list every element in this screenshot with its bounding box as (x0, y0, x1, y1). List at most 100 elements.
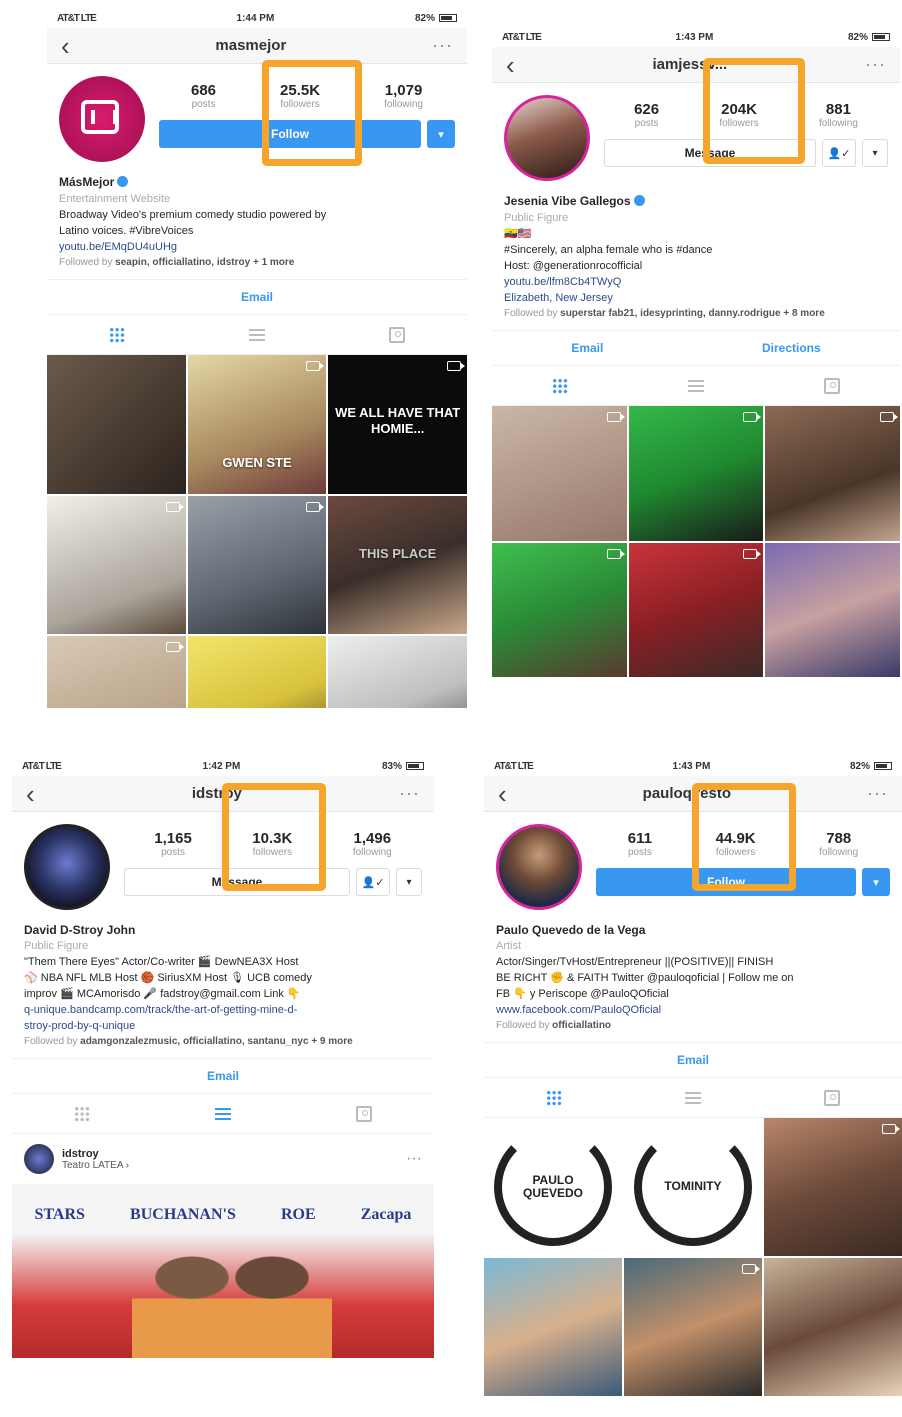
followed-by[interactable]: Followed by officiallatino (496, 1018, 890, 1034)
stat-posts[interactable]: 1,165 posts (154, 830, 192, 858)
more-options-icon[interactable]: ··· (399, 783, 420, 804)
grid-view-icon[interactable] (552, 377, 568, 394)
message-button[interactable]: Message (124, 868, 350, 896)
profile-screen-paulo: AT&T LTE 1:43 PM 82% ‹ pauloqvesto ··· 6… (484, 756, 902, 1417)
avatar[interactable] (24, 824, 110, 910)
email-button[interactable]: Email (241, 290, 273, 304)
list-view-icon[interactable] (214, 1107, 231, 1120)
website-link-continued[interactable]: stroy-prod-by-q-unique (24, 1018, 422, 1034)
back-arrow-icon[interactable]: ‹ (26, 781, 35, 807)
post-thumbnail[interactable] (765, 542, 900, 678)
stat-posts[interactable]: 686 posts (191, 82, 216, 110)
verified-badge-icon (117, 176, 129, 187)
website-link[interactable]: youtu.be/lfm8Cb4TWyQ (504, 274, 888, 290)
followed-by[interactable]: Followed by superstar fab21, idesyprinti… (504, 306, 888, 322)
post-thumbnail[interactable] (764, 1258, 902, 1396)
post-thumbnail[interactable] (47, 355, 186, 494)
back-arrow-icon[interactable]: ‹ (61, 33, 70, 59)
website-link[interactable]: www.facebook.com/PauloQOficial (496, 1002, 890, 1018)
avatar[interactable] (504, 95, 590, 181)
more-options-icon[interactable]: ··· (432, 35, 453, 56)
post-thumbnail[interactable] (484, 1258, 622, 1396)
post-thumbnail[interactable] (624, 1258, 762, 1396)
email-button[interactable]: Email (207, 1069, 239, 1083)
post-location[interactable]: Teatro LATEA › (62, 1160, 129, 1171)
location-link[interactable]: Elizabeth, New Jersey (504, 290, 888, 306)
follow-button[interactable]: Follow (159, 120, 421, 148)
followed-by[interactable]: Followed by adamgonzalezmusic, officiall… (24, 1034, 422, 1050)
avatar[interactable] (496, 824, 582, 910)
back-arrow-icon[interactable]: ‹ (506, 52, 515, 78)
post-thumbnail[interactable]: WE ALL HAVE THAT HOMIE... (328, 355, 467, 494)
website-link[interactable]: youtu.be/EMqDU4uUHg (59, 239, 455, 255)
action-row: Follow ▾ (596, 868, 890, 896)
stat-number: 44.9K (715, 830, 756, 847)
post-thumbnail[interactable]: THIS PLACE (328, 495, 467, 635)
post-thumbnail[interactable] (492, 542, 627, 678)
list-view-icon[interactable] (688, 379, 704, 392)
following-person-icon[interactable]: 👤✓ (822, 139, 856, 167)
profile-header: 686 posts 25.5K followers 1,079 following F… (47, 64, 467, 170)
avatar[interactable] (59, 76, 145, 162)
video-icon (743, 548, 762, 559)
more-options-icon[interactable]: ··· (865, 54, 886, 75)
post-options-icon[interactable]: ··· (406, 1150, 422, 1168)
stat-followers[interactable]: 10.3K followers (252, 830, 292, 858)
post-avatar[interactable] (24, 1144, 54, 1174)
stat-following[interactable]: 881 following (819, 101, 858, 129)
post-thumbnail[interactable] (187, 636, 327, 708)
bio-section: Jesenia Vibe Gallegos Public Figure 🇪🇨🇺🇸… (492, 189, 900, 330)
stat-following[interactable]: 788 following (819, 830, 858, 858)
email-button[interactable]: Email (571, 341, 603, 355)
stat-posts[interactable]: 626 posts (634, 101, 659, 129)
followed-by-more: + 1 more (252, 257, 295, 268)
email-button[interactable]: Email (677, 1053, 709, 1067)
directions-button[interactable]: Directions (762, 341, 821, 355)
list-view-icon[interactable] (249, 328, 265, 341)
post-image[interactable]: STARS BUCHANAN'S ROE Zacapa (12, 1184, 434, 1358)
stat-posts[interactable]: 611 posts (628, 830, 652, 858)
stat-followers[interactable]: 25.5K followers (280, 82, 320, 110)
bio-line: Host: @generationrocofficial (504, 260, 643, 272)
post-thumbnail[interactable]: PAULO QUEVEDO (484, 1118, 622, 1256)
list-view-icon[interactable] (684, 1091, 701, 1104)
suggestions-dropdown-icon[interactable]: ▾ (427, 120, 455, 148)
website-link[interactable]: q-unique.bandcamp.com/track/the-art-of-g… (24, 1002, 422, 1018)
stat-following[interactable]: 1,079 following (384, 82, 423, 110)
grid-view-icon[interactable] (109, 326, 125, 343)
stat-followers[interactable]: 44.9K followers (716, 830, 756, 858)
tagged-photos-icon[interactable] (824, 1089, 841, 1106)
stat-label: posts (627, 847, 652, 858)
post-thumbnail[interactable] (764, 1118, 902, 1256)
grid-view-icon[interactable] (545, 1089, 562, 1106)
post-thumbnail[interactable]: GWEN STE (187, 355, 327, 494)
suggestions-dropdown-icon[interactable]: ▾ (862, 139, 888, 167)
post-thumbnail[interactable] (628, 406, 764, 541)
post-thumbnail[interactable] (328, 636, 467, 708)
stat-following[interactable]: 1,496 following (353, 830, 392, 858)
post-thumbnail[interactable] (492, 406, 627, 541)
post-thumbnail[interactable] (628, 542, 764, 678)
message-button[interactable]: Message (604, 139, 816, 167)
follow-button[interactable]: Follow (596, 868, 856, 896)
suggestions-dropdown-icon[interactable]: ▾ (396, 868, 422, 896)
tagged-photos-icon[interactable] (824, 377, 840, 394)
followed-by[interactable]: Followed by seapin, officiallatino, idst… (59, 255, 455, 271)
stat-label: following (384, 99, 423, 110)
post-thumbnail[interactable]: TOMINITY (624, 1118, 762, 1256)
post-username[interactable]: idstroy (62, 1148, 129, 1160)
tagged-photos-icon[interactable] (355, 1105, 372, 1122)
stat-followers[interactable]: 204K followers (719, 101, 758, 129)
post-thumbnail[interactable] (187, 495, 327, 635)
back-arrow-icon[interactable]: ‹ (498, 781, 507, 807)
post-thumbnail[interactable] (765, 406, 900, 541)
tagged-photos-icon[interactable] (389, 326, 405, 343)
post-thumbnail[interactable] (47, 636, 186, 708)
following-person-icon[interactable]: 👤✓ (356, 868, 390, 896)
bio-line: Broadway Video's premium comedy studio p… (59, 209, 327, 221)
carrier-label: AT&T LTE (57, 12, 97, 24)
more-options-icon[interactable]: ··· (867, 783, 888, 804)
grid-view-icon[interactable] (74, 1105, 91, 1122)
post-thumbnail[interactable] (47, 495, 186, 635)
suggestions-dropdown-icon[interactable]: ▾ (862, 868, 890, 896)
